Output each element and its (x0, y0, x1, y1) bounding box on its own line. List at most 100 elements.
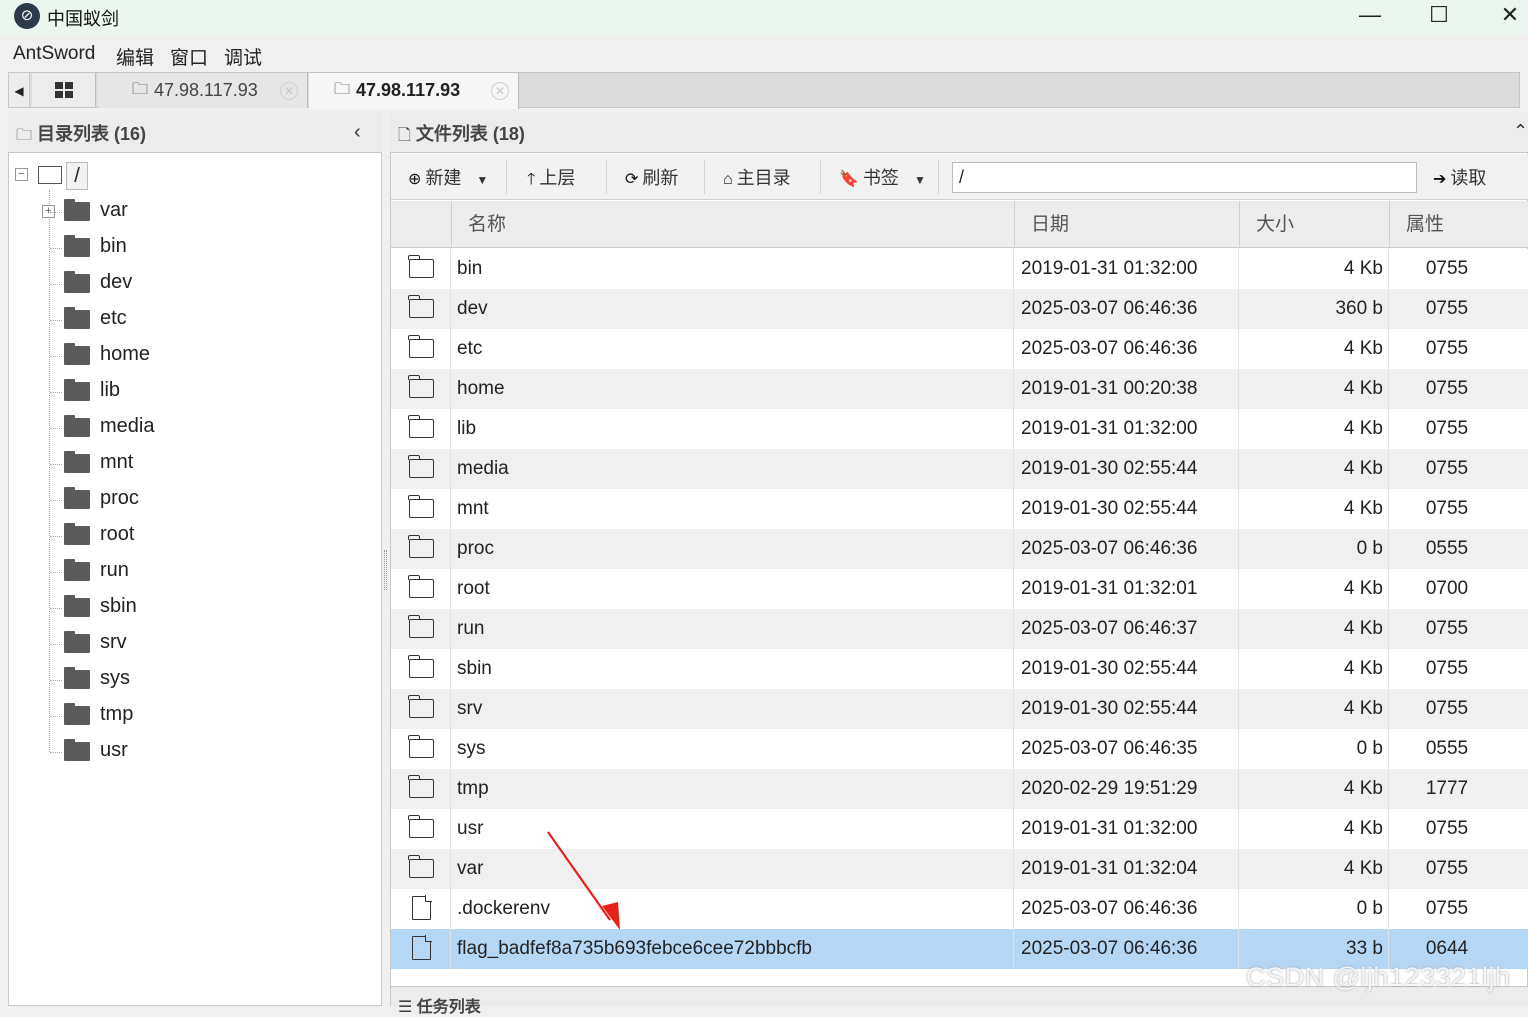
column-divider (1388, 809, 1389, 849)
read-button[interactable]: ➔ 读取 (1433, 164, 1486, 190)
column-attr[interactable]: 属性 (1389, 201, 1528, 248)
menu-window[interactable]: 窗口 (170, 43, 208, 70)
collapse-up-icon[interactable]: ⌃ (1513, 121, 1528, 142)
tree-item-run[interactable]: run (64, 559, 364, 585)
tree-item-root[interactable]: root (64, 523, 364, 549)
column-divider (1013, 449, 1014, 489)
dropdown-caret-icon: ▼ (913, 173, 926, 187)
table-row[interactable]: dev 2025-03-07 06:46:36 360 b 0755 (391, 289, 1528, 329)
tree-item-media[interactable]: media (64, 415, 364, 441)
file-attr: 0755 (1425, 458, 1469, 479)
folder-icon (64, 487, 90, 509)
table-row[interactable]: sbin 2019-01-30 02:55:44 4 Kb 0755 (391, 649, 1528, 689)
tree-item-etc[interactable]: etc (64, 307, 364, 333)
tree-item-usr[interactable]: usr (64, 739, 364, 765)
tab-shell-2[interactable]: 🗀 47.98.117.93 ✕ (309, 73, 519, 109)
tree-item-label: mnt (100, 451, 134, 473)
column-divider (450, 609, 451, 649)
splitter-grip-icon[interactable] (384, 550, 387, 590)
file-name: etc (457, 338, 483, 359)
list-icon: ☰ (398, 999, 413, 1016)
table-row[interactable]: run 2025-03-07 06:46:37 4 Kb 0755 (391, 609, 1528, 649)
file-attr: 0755 (1425, 258, 1469, 279)
table-row[interactable]: lib 2019-01-31 01:32:00 4 Kb 0755 (391, 409, 1528, 449)
table-row[interactable]: srv 2019-01-30 02:55:44 4 Kb 0755 (391, 689, 1528, 729)
home-dir-button-label: 主目录 (736, 168, 791, 188)
column-divider (450, 849, 451, 889)
tab-label: 47.98.117.93 (154, 80, 258, 100)
column-name[interactable]: 名称 (451, 201, 1014, 248)
file-date: 2019-01-31 01:32:00 (1021, 418, 1198, 439)
tree-item-mnt[interactable]: mnt (64, 451, 364, 477)
tree-item-dev[interactable]: dev (64, 271, 364, 297)
tree-item-label: lib (100, 379, 121, 401)
tree-guide-line (50, 320, 62, 321)
menu-antsword[interactable]: AntSword (13, 43, 95, 65)
tree-guide-line (50, 464, 62, 465)
maximize-button[interactable]: ☐ (1409, 0, 1469, 32)
file-name: run (457, 618, 485, 639)
close-button[interactable]: ✕ (1480, 0, 1528, 32)
file-attr: 0755 (1425, 378, 1469, 399)
column-divider (1388, 689, 1389, 729)
table-row[interactable]: mnt 2019-01-30 02:55:44 4 Kb 0755 (391, 489, 1528, 529)
table-row[interactable]: sys 2025-03-07 06:46:35 0 b 0555 (391, 729, 1528, 769)
column-divider (1013, 329, 1014, 369)
tree-item-bin[interactable]: bin (64, 235, 364, 261)
tree-item-lib[interactable]: lib (64, 379, 364, 405)
home-dir-button[interactable]: ⌂ 主目录 (723, 164, 791, 190)
tab-close-icon[interactable]: ✕ (491, 82, 509, 100)
tree-item-proc[interactable]: proc (64, 487, 364, 513)
up-button[interactable]: 🡑 上层 (527, 164, 575, 195)
table-row[interactable]: home 2019-01-31 00:20:38 4 Kb 0755 (391, 369, 1528, 409)
tree-root[interactable]: / (66, 162, 88, 190)
task-panel-title: ☰ 任务列表 (398, 993, 481, 1017)
tree-guide-line (50, 356, 62, 357)
file-date: 2025-03-07 06:46:36 (1021, 338, 1198, 359)
column-divider (1388, 649, 1389, 689)
tab-home-grid[interactable] (32, 73, 96, 107)
folder-outline-icon (408, 295, 434, 318)
tree-item-sbin[interactable]: sbin (64, 595, 364, 621)
folder-outline-icon (408, 695, 434, 718)
home-icon: ⌂ (723, 171, 733, 188)
column-divider (1388, 729, 1389, 769)
refresh-button[interactable]: ⟳ 刷新 (625, 164, 678, 190)
menu-debug[interactable]: 调试 (224, 43, 262, 70)
column-divider (1388, 249, 1389, 289)
tab-close-icon[interactable]: ✕ (280, 82, 298, 100)
tab-shell-1[interactable]: 🗀 47.98.117.93 ✕ (98, 73, 308, 108)
minimize-button[interactable]: — (1340, 0, 1400, 32)
table-row[interactable]: root 2019-01-31 01:32:01 4 Kb 0700 (391, 569, 1528, 609)
tree-collapse-icon[interactable]: − (15, 168, 28, 181)
new-button[interactable]: ⊕ 新建 ▼ (408, 164, 488, 190)
menu-edit[interactable]: 编辑 (116, 43, 154, 70)
column-divider (450, 409, 451, 449)
folder-icon (64, 235, 90, 257)
file-attr: 0555 (1425, 738, 1469, 759)
file-date: 2025-03-07 06:46:36 (1021, 898, 1198, 919)
tree-item-tmp[interactable]: tmp (64, 703, 364, 729)
folder-icon (64, 199, 90, 221)
table-row[interactable]: bin 2019-01-31 01:32:00 4 Kb 0755 (391, 249, 1528, 289)
table-row[interactable]: proc 2025-03-07 06:46:36 0 b 0555 (391, 529, 1528, 569)
tree-item-sys[interactable]: sys (64, 667, 364, 693)
tree-item-var[interactable]: var (64, 199, 364, 225)
toolbar-separator (820, 160, 821, 194)
folder-icon (64, 703, 90, 725)
toolbar-separator (938, 160, 939, 194)
file-attr: 0755 (1425, 618, 1469, 639)
column-size[interactable]: 大小 (1239, 201, 1389, 248)
column-date[interactable]: 日期 (1014, 201, 1239, 248)
tree-item-label: sbin (100, 595, 137, 617)
tree-item-home[interactable]: home (64, 343, 364, 369)
table-row[interactable]: etc 2025-03-07 06:46:36 4 Kb 0755 (391, 329, 1528, 369)
table-row[interactable]: tmp 2020-02-29 19:51:29 4 Kb 1777 (391, 769, 1528, 809)
collapse-left-icon[interactable]: ‹ (354, 121, 361, 144)
bookmark-button[interactable]: 🔖 书签 ▼ (839, 164, 926, 190)
path-input[interactable] (952, 162, 1417, 193)
column-divider (1013, 729, 1014, 769)
tab-scroll-left-icon[interactable]: ◀ (8, 72, 30, 108)
table-row[interactable]: media 2019-01-30 02:55:44 4 Kb 0755 (391, 449, 1528, 489)
tree-item-srv[interactable]: srv (64, 631, 364, 657)
